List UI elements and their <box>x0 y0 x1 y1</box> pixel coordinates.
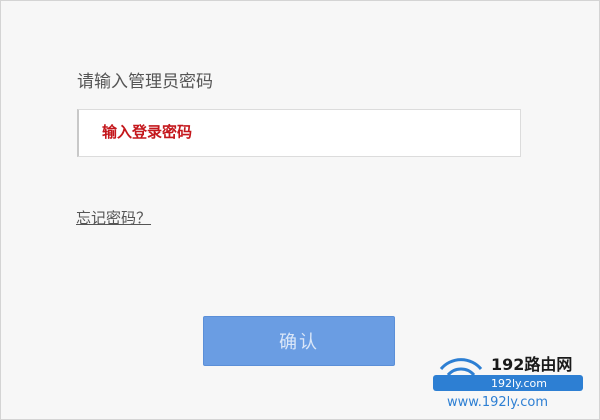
watermark-url: www.192ly.com <box>447 395 548 410</box>
forgot-password-link[interactable]: 忘记密码？ <box>76 207 151 228</box>
watermark-domain: 192ly.com <box>491 377 547 390</box>
password-placeholder: 输入登录密码 <box>102 123 193 141</box>
password-input[interactable]: 输入登录密码 <box>77 109 521 157</box>
watermark: 192路由网 192ly.com www.192ly.com <box>429 345 589 415</box>
login-panel: 请输入管理员密码 输入登录密码 忘记密码？ 确认 192路由网 192ly.co… <box>0 0 600 420</box>
password-prompt-label: 请输入管理员密码 <box>77 72 213 92</box>
confirm-button[interactable]: 确认 <box>203 316 395 366</box>
watermark-brand: 192路由网 <box>491 355 573 374</box>
